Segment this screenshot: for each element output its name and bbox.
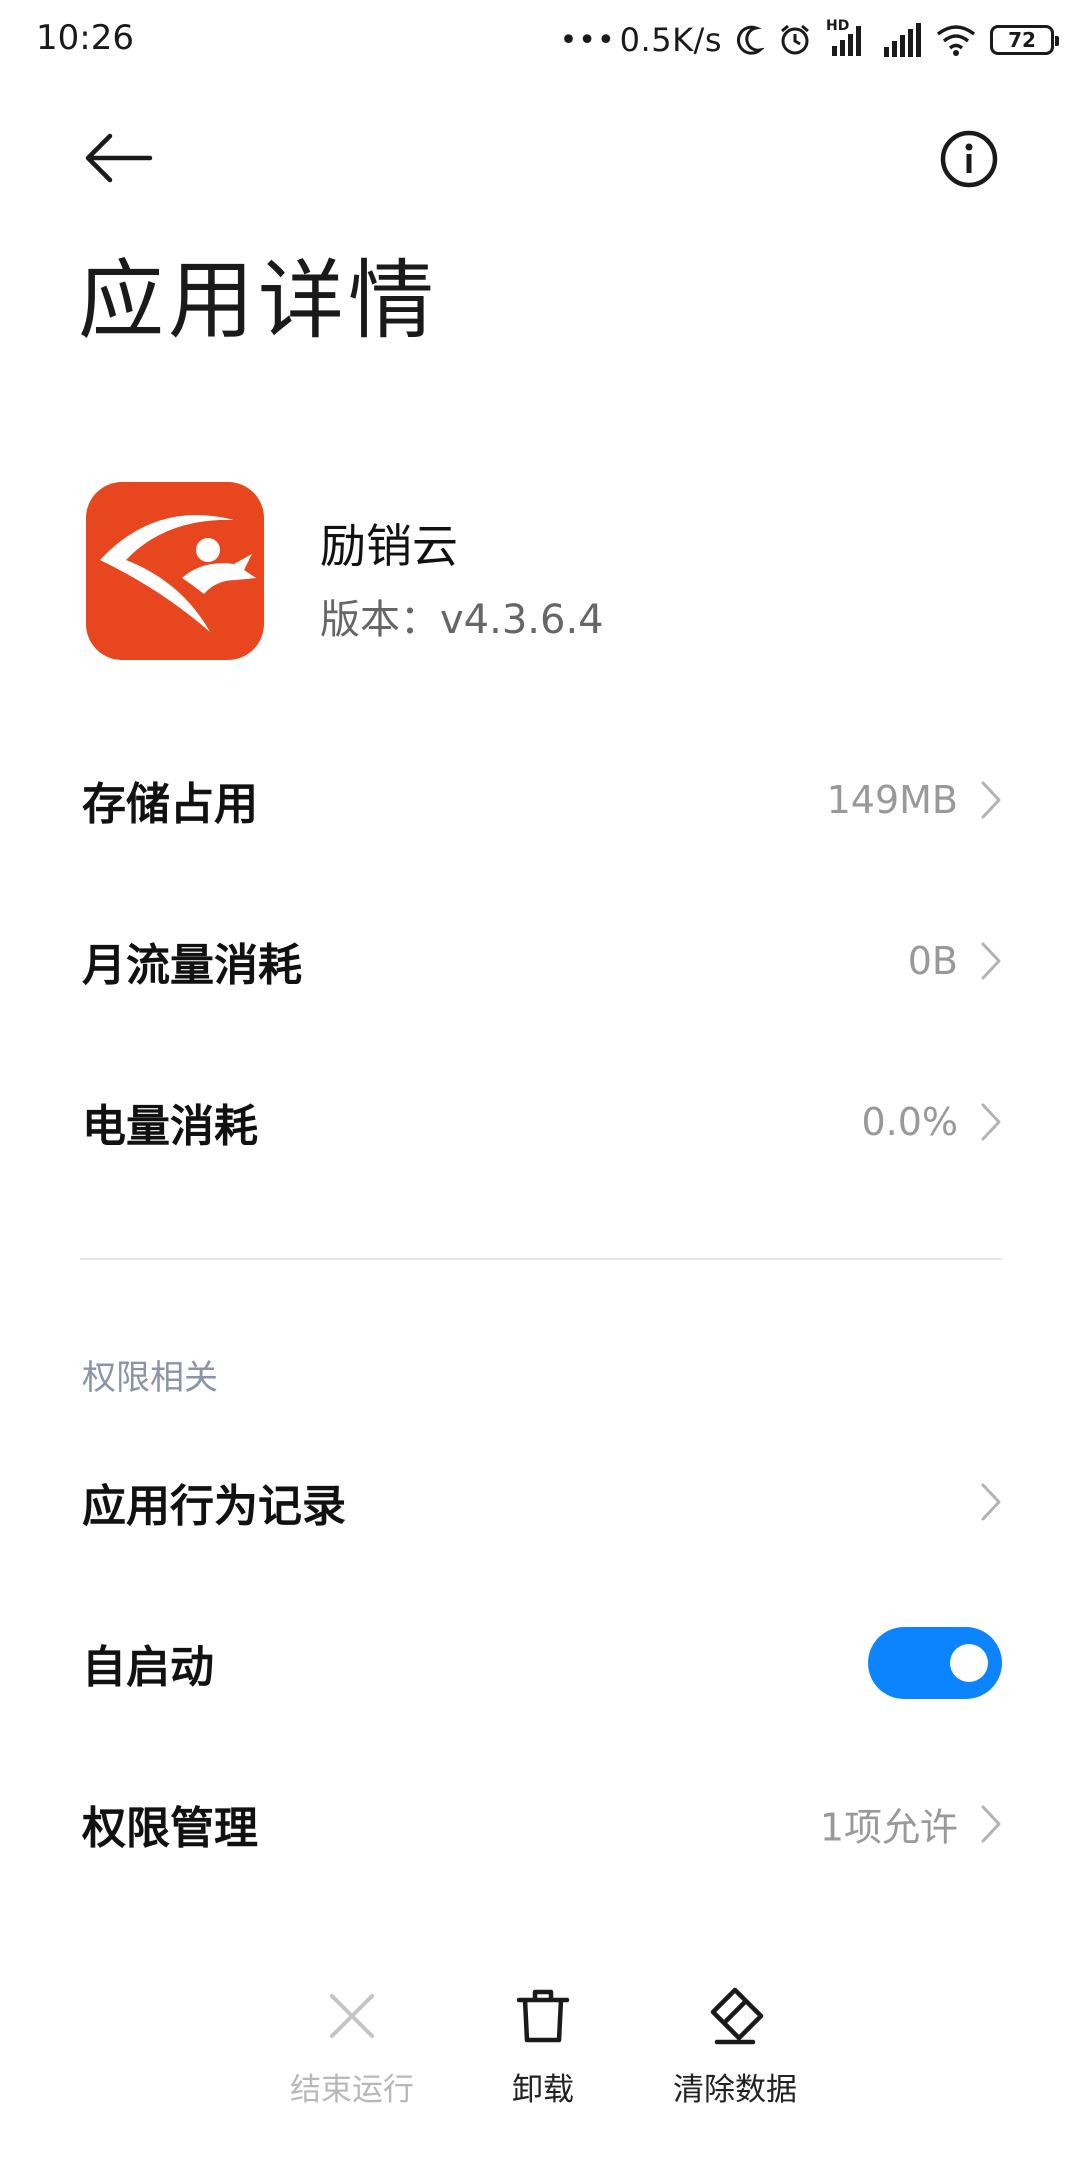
status-bar: 10:26 ••• 0.5K/s HD 72 [0,0,1080,80]
section-header-permissions: 权限相关 [82,1358,218,1398]
status-icons: ••• 0.5K/s HD 72 [559,12,1059,68]
autostart-toggle[interactable] [868,1627,1002,1699]
data-usage-row[interactable]: 月流量消耗 0B [0,901,1080,1021]
battery-usage-row[interactable]: 电量消耗 0.0% [0,1062,1080,1182]
wifi-icon [936,25,976,56]
chevron-right-icon [981,1483,1001,1521]
force-stop-button[interactable]: 结束运行 [242,1962,462,2112]
app-version: 版本：v4.3.6.4 [320,597,604,643]
row-label: 自启动 [82,1642,214,1693]
app-behavior-log-row[interactable]: 应用行为记录 [0,1442,1080,1562]
bottom-action-bar: 结束运行 卸载 清除数据 [0,1962,1080,2160]
permission-management-row[interactable]: 权限管理 1项允许 [0,1764,1080,1884]
close-icon [330,1994,374,2038]
status-time: 10:26 [36,18,134,58]
autostart-row: 自启动 [0,1603,1080,1723]
row-label: 权限管理 [82,1803,258,1854]
storage-usage-row[interactable]: 存储占用 149MB [0,740,1080,860]
row-value: 0.0% [861,1100,958,1144]
app-name: 励销云 [320,519,458,573]
row-value: 0B [907,939,958,983]
back-button[interactable] [80,128,160,188]
chevron-right-icon [981,781,1001,819]
toggle-knob [950,1644,988,1682]
trash-icon [516,1989,570,2043]
row-value: 1项允许 [819,1805,958,1850]
battery-icon: 72 [990,25,1059,55]
chevron-right-icon [981,1805,1001,1843]
clear-data-button[interactable]: 清除数据 [625,1962,845,2112]
network-speed: 0.5K/s [619,21,722,59]
action-label: 结束运行 [290,2072,414,2108]
info-icon [940,130,998,188]
hd-signal-icon: HD [826,18,868,58]
row-label: 电量消耗 [82,1101,258,1152]
action-label: 清除数据 [673,2072,797,2108]
alarm-icon [781,24,809,55]
app-icon [86,482,264,660]
signal-icon [884,23,921,57]
moon-icon [737,25,764,55]
row-label: 存储占用 [82,779,258,830]
network-activity-dots: ••• [559,22,616,58]
uninstall-button[interactable]: 卸载 [433,1962,653,2112]
page-title: 应用详情 [78,251,438,351]
row-label: 应用行为记录 [82,1481,346,1532]
row-label: 月流量消耗 [82,940,302,991]
eraser-icon [710,1987,764,2045]
chevron-right-icon [981,942,1001,980]
section-divider [80,1258,1002,1260]
info-button[interactable] [938,128,1000,190]
action-label: 卸载 [512,2072,574,2108]
chevron-right-icon [981,1103,1001,1141]
row-value: 149MB [826,778,958,822]
arrow-left-icon [85,133,153,183]
